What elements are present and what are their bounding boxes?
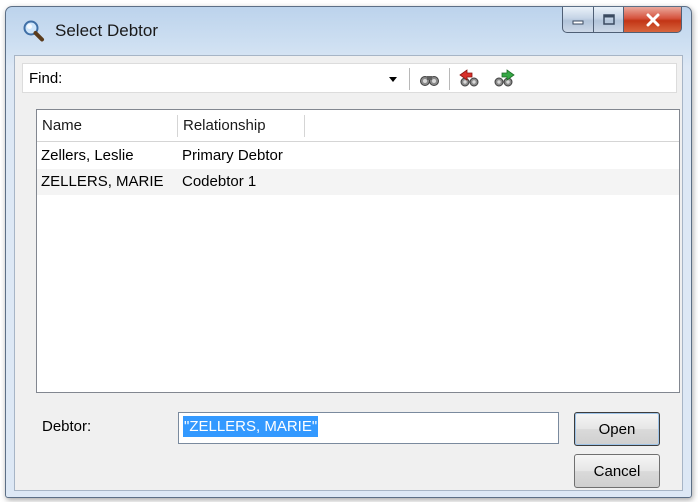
find-label: Find: [29,70,63,87]
find-previous-icon [459,69,479,87]
row-relationship-cell: Codebtor 1 [182,173,257,190]
open-button[interactable]: Open [574,412,660,446]
debtor-field-selected-text: "ZELLERS, MARIE" [183,416,319,437]
binoculars-icon [420,76,439,86]
column-header-relationship[interactable]: Relationship [178,110,266,142]
list-header: Name Relationship [37,110,679,142]
debtor-list[interactable]: Name Relationship Zellers, Leslie Primar… [36,109,680,393]
cancel-button[interactable]: Cancel [574,454,660,488]
magnifier-icon [21,19,45,43]
close-button[interactable] [624,7,682,33]
close-icon [646,13,659,26]
window-controls [562,7,682,33]
maximize-icon [602,13,615,25]
dialog-body: Find: Name Relationship Zellers, Leslie … [14,55,683,491]
find-toolbar: Find: [22,63,677,93]
minimize-icon [572,20,584,24]
maximize-button[interactable] [594,7,624,33]
find-previous-button[interactable] [457,67,483,91]
find-next-icon [494,69,515,87]
row-name-cell: Zellers, Leslie [41,147,134,164]
row-relationship-cell: Primary Debtor [182,147,283,164]
select-debtor-window: Select Debtor Find: Name Relationship Ze… [5,6,692,498]
toolbar-separator [449,68,450,90]
find-input[interactable] [79,67,381,89]
chevron-down-icon [389,76,397,82]
list-row[interactable]: Zellers, Leslie Primary Debtor [37,143,679,169]
find-next-button[interactable] [491,67,517,91]
column-divider[interactable] [304,115,305,137]
debtor-label: Debtor: [42,418,92,435]
row-name-cell: ZELLERS, MARIE [41,173,164,190]
window-title: Select Debtor [55,21,158,40]
column-header-name[interactable]: Name [37,110,82,142]
find-button[interactable] [417,67,443,91]
minimize-button[interactable] [562,7,594,33]
list-row[interactable]: ZELLERS, MARIE Codebtor 1 [37,169,679,195]
toolbar-separator [409,68,410,90]
find-dropdown-button[interactable] [385,70,401,88]
title-bar[interactable]: Select Debtor [6,7,691,51]
debtor-field[interactable]: "ZELLERS, MARIE" [178,412,559,444]
